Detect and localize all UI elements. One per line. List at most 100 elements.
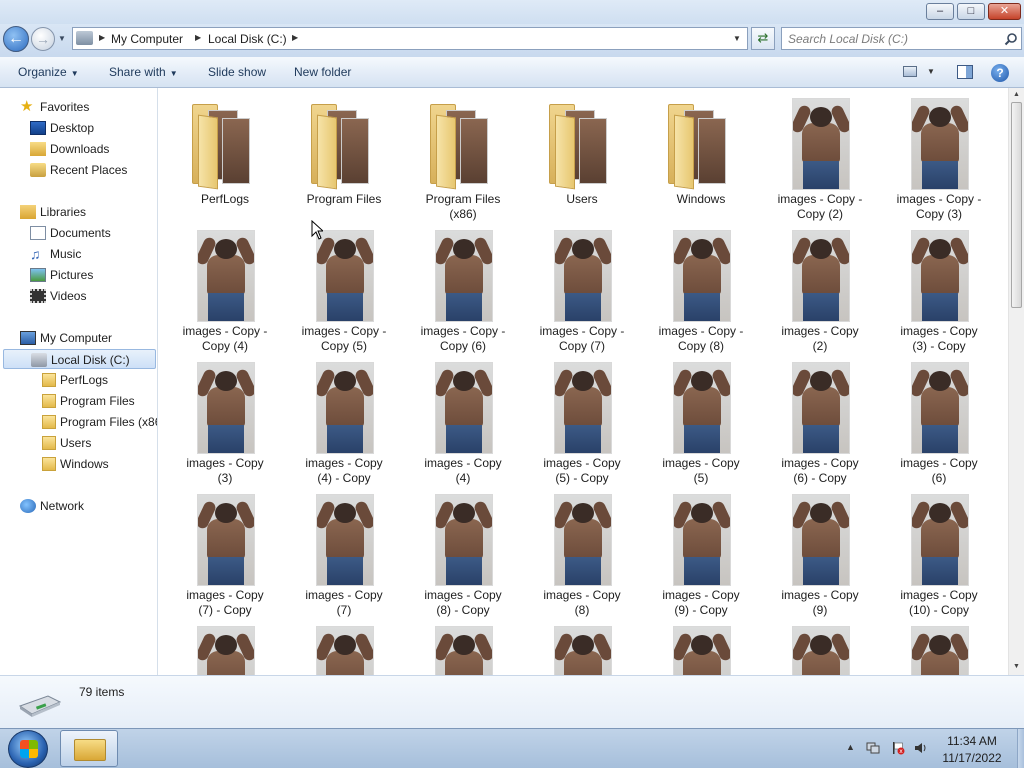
image-file-item[interactable]: images - Copy (5) - Copy — [523, 352, 641, 485]
image-file-item[interactable] — [761, 616, 879, 675]
sidebar-item-network[interactable]: Network — [20, 496, 150, 516]
image-file-item[interactable]: images - Copy - Copy (7) — [523, 220, 641, 353]
image-file-item[interactable]: images - Copy (9) - Copy — [642, 484, 760, 617]
network-tray-icon[interactable] — [866, 741, 880, 755]
breadcrumb-local-disk[interactable]: Local Disk (C:) — [208, 32, 287, 46]
image-file-item[interactable] — [166, 616, 284, 675]
breadcrumb-separator-icon[interactable]: ▶ — [292, 33, 298, 42]
breadcrumb-separator-icon[interactable]: ▶ — [99, 33, 105, 42]
volume-icon[interactable] — [914, 741, 928, 755]
new-folder-button[interactable]: New folder — [294, 65, 351, 79]
minimize-button[interactable]: – — [926, 3, 954, 20]
clock-time[interactable]: 11:34 AM — [930, 734, 1014, 748]
slide-show-button[interactable]: Slide show — [208, 65, 266, 79]
image-file-item[interactable]: images - Copy (7) — [285, 484, 403, 617]
image-file-item[interactable]: images - Copy - Copy (6) — [404, 220, 522, 353]
view-options-dropdown-icon[interactable]: ▼ — [927, 67, 935, 76]
sidebar-item-music[interactable]: ♫ Music — [30, 244, 150, 264]
image-file-item[interactable]: images - Copy - Copy (3) — [880, 88, 998, 221]
sidebar-item-perflogs[interactable]: PerfLogs — [40, 370, 157, 390]
sidebar-item-my-computer[interactable]: My Computer — [20, 328, 150, 348]
windows-logo-icon — [20, 740, 38, 758]
image-file-item[interactable]: images - Copy (6) - Copy — [761, 352, 879, 485]
image-file-item[interactable]: images - Copy (8) — [523, 484, 641, 618]
folder-item[interactable]: PerfLogs — [166, 88, 284, 220]
sidebar-item-users[interactable]: Users — [40, 433, 157, 453]
folder-item[interactable]: Users — [523, 88, 641, 220]
recent-pages-dropdown-icon[interactable]: ▼ — [58, 34, 66, 43]
sidebar-item-program-files-x86[interactable]: Program Files (x86 — [40, 412, 157, 432]
show-hidden-icons-icon[interactable]: ▲ — [846, 742, 855, 752]
image-file-item[interactable]: images - Copy (6) — [880, 352, 998, 485]
forward-button[interactable]: → — [31, 27, 55, 51]
image-file-item[interactable]: images - Copy (7) - Copy — [166, 484, 284, 617]
image-file-item[interactable]: images - Copy - Copy (2) — [761, 88, 879, 221]
address-bar[interactable]: ▶ My Computer ▶ Local Disk (C:) ▶ ▼ — [72, 27, 748, 50]
help-icon[interactable]: ? — [991, 64, 1009, 82]
image-thumbnail — [554, 626, 612, 675]
folder-item[interactable]: Program Files (x86) — [404, 88, 522, 221]
image-file-item[interactable]: images - Copy (5) — [642, 352, 760, 485]
sidebar-item-recent-places[interactable]: Recent Places — [30, 160, 150, 180]
folder-item[interactable]: Windows — [642, 88, 760, 220]
search-box[interactable] — [781, 27, 1022, 50]
search-input[interactable] — [788, 31, 998, 47]
sidebar-item-local-disk[interactable]: Local Disk (C:) — [3, 349, 156, 369]
image-file-item[interactable]: images - Copy (3) — [166, 352, 284, 485]
organize-button[interactable]: Organize ▼ — [18, 65, 79, 79]
sidebar-item-pictures[interactable]: Pictures — [30, 265, 150, 285]
breadcrumb-separator-icon[interactable]: ▶ — [195, 33, 201, 42]
image-thumbnail — [316, 494, 374, 586]
change-view-icon[interactable] — [903, 66, 917, 77]
image-file-item[interactable] — [285, 616, 403, 675]
image-file-item[interactable]: images - Copy (4) - Copy — [285, 352, 403, 485]
file-name: images - Copy (8) — [525, 588, 639, 618]
sidebar-item-windows[interactable]: Windows — [40, 454, 157, 474]
close-button[interactable]: ✕ — [988, 3, 1021, 20]
back-button[interactable]: ← — [3, 26, 29, 52]
image-file-item[interactable]: images - Copy - Copy (4) — [166, 220, 284, 353]
image-file-item[interactable]: images - Copy (4) — [404, 352, 522, 485]
folder-item[interactable]: Program Files — [285, 88, 403, 220]
sidebar-item-documents[interactable]: Documents — [30, 223, 150, 243]
taskbar-explorer-button[interactable] — [60, 730, 118, 767]
scroll-down-icon[interactable]: ▼ — [1013, 663, 1020, 670]
share-with-button[interactable]: Share with ▼ — [109, 65, 178, 79]
scroll-up-icon[interactable]: ▲ — [1013, 91, 1020, 98]
clock-date[interactable]: 11/17/2022 — [930, 751, 1014, 765]
refresh-button[interactable]: ⇄ — [751, 27, 775, 50]
show-desktop-button[interactable] — [1017, 729, 1024, 768]
preview-pane-icon[interactable] — [957, 65, 973, 79]
downloads-icon — [30, 142, 46, 156]
sidebar-item-label: Music — [50, 247, 82, 261]
image-file-item[interactable] — [523, 616, 641, 675]
vertical-scrollbar[interactable]: ▲ ▼ — [1008, 88, 1024, 675]
breadcrumb-my-computer[interactable]: My Computer — [111, 32, 183, 46]
image-file-item[interactable] — [880, 616, 998, 675]
scrollbar-thumb[interactable] — [1011, 102, 1022, 308]
sidebar-item-libraries[interactable]: Libraries — [20, 202, 150, 222]
sidebar-item-favorites[interactable]: ★ Favorites — [20, 97, 150, 117]
file-name: images - Copy (3) - Copy — [882, 324, 996, 354]
folder-icon — [192, 96, 258, 190]
image-file-item[interactable]: images - Copy - Copy (5) — [285, 220, 403, 353]
image-file-item[interactable]: images - Copy (9) — [761, 484, 879, 617]
sidebar-item-desktop[interactable]: Desktop — [30, 118, 150, 138]
image-file-item[interactable]: images - Copy (3) - Copy — [880, 220, 998, 354]
image-file-item[interactable]: images - Copy (2) — [761, 220, 879, 353]
image-file-item[interactable]: images - Copy (10) - Copy — [880, 484, 998, 617]
start-button[interactable] — [8, 730, 48, 768]
maximize-button[interactable]: □ — [957, 3, 985, 20]
sidebar-item-videos[interactable]: Videos — [30, 286, 150, 306]
sidebar-item-program-files[interactable]: Program Files — [40, 391, 157, 411]
image-file-item[interactable]: images - Copy - Copy (8) — [642, 220, 760, 353]
action-center-flag-icon[interactable]: x — [891, 741, 905, 755]
search-icon[interactable] — [1004, 32, 1018, 46]
image-file-item[interactable] — [404, 616, 522, 675]
image-file-item[interactable] — [642, 616, 760, 675]
address-history-dropdown-icon[interactable]: ▼ — [733, 34, 741, 43]
sidebar-item-downloads[interactable]: Downloads — [30, 139, 150, 159]
image-file-item[interactable]: images - Copy (8) - Copy — [404, 484, 522, 617]
image-thumbnail — [435, 230, 493, 322]
sidebar-item-label: Documents — [50, 226, 111, 240]
